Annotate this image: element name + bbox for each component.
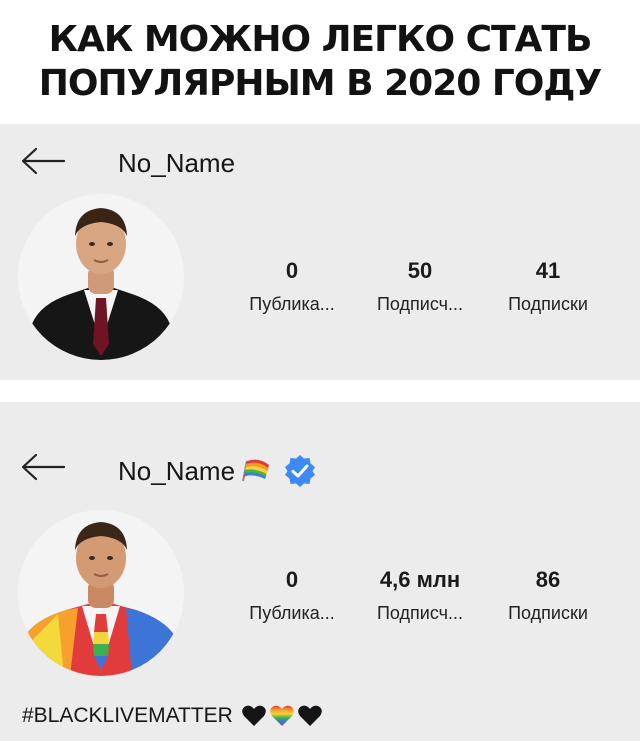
stat-posts[interactable]: 0 Публика... <box>230 565 354 624</box>
profile-username: No_Name <box>118 148 235 179</box>
black-heart-icon <box>242 705 266 726</box>
stat-value: 86 <box>535 567 561 592</box>
profile-stats: 0 Публика... 4,6 млн Подписч... 86 Подпи… <box>230 565 610 624</box>
avatar[interactable] <box>18 510 184 676</box>
back-arrow-icon[interactable] <box>20 452 66 487</box>
meme-title: КАК МОЖНО ЛЕГКО СТАТЬ ПОПУЛЯРНЫМ В 2020 … <box>0 18 640 106</box>
stat-label: Подписки <box>508 603 588 623</box>
stat-label: Подписки <box>508 294 588 314</box>
bio-text: #BLACKLIVEMATTER <box>22 704 233 727</box>
stat-label: Публика... <box>249 294 335 314</box>
stat-followers[interactable]: 4,6 млн Подписч... <box>358 565 482 624</box>
stat-posts[interactable]: 0 Публика... <box>230 256 354 315</box>
stat-label: Подписч... <box>376 294 464 314</box>
rainbow-heart-icon <box>270 705 294 726</box>
avatar[interactable] <box>18 194 184 360</box>
verified-badge-icon <box>283 454 317 488</box>
username-text: No_Name <box>118 455 236 486</box>
stat-label: Публика... <box>249 603 335 623</box>
black-heart-icon <box>298 705 322 726</box>
stat-value: 41 <box>535 258 561 283</box>
profile-panel-after: No_Name 0 Публика... 4,6 млн Подписч... … <box>0 402 640 741</box>
meme-title-line-1: КАК МОЖНО ЛЕГКО СТАТЬ <box>48 19 593 60</box>
avatar-man-in-suit <box>18 194 184 360</box>
stat-following[interactable]: 86 Подписки <box>486 565 610 624</box>
bio-emojis <box>241 704 323 728</box>
rainbow-flag-icon <box>241 459 271 483</box>
stat-value: 0 <box>285 567 299 592</box>
stat-value: 0 <box>285 258 299 283</box>
avatar-man-in-rainbow-suit <box>18 510 184 676</box>
back-arrow-icon[interactable] <box>20 146 66 181</box>
stat-value: 4,6 млн <box>379 567 461 592</box>
stat-following[interactable]: 41 Подписки <box>486 256 610 315</box>
profile-stats: 0 Публика... 50 Подписч... 41 Подписки <box>230 256 610 315</box>
profile-panel-before: No_Name 0 Публика... 50 Подписч... 41 По… <box>0 124 640 380</box>
profile-bio: #BLACKLIVEMATTER <box>22 704 323 728</box>
meme-title-line-2: ПОПУЛЯРНЫМ В 2020 ГОДУ <box>38 63 602 104</box>
stat-label: Подписч... <box>376 603 464 623</box>
profile-username: No_Name <box>118 454 317 488</box>
stat-followers[interactable]: 50 Подписч... <box>358 256 482 315</box>
stat-value: 50 <box>407 258 433 283</box>
username-text: No_Name <box>118 148 236 178</box>
